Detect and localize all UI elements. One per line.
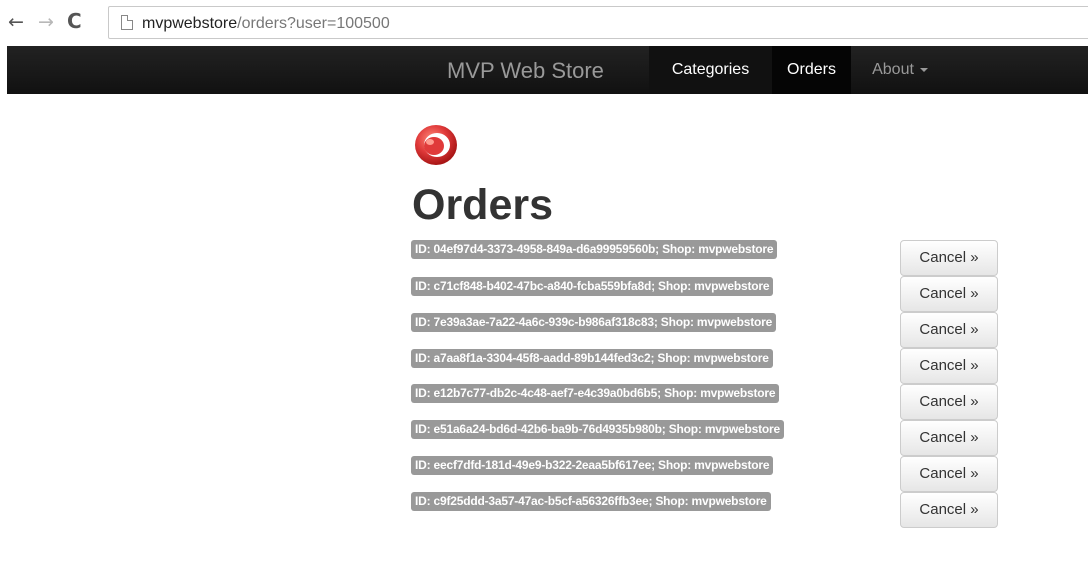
order-row: ID: e12b7c77-db2c-4c48-aef7-e4c39a0bd6b5…	[0, 384, 1088, 420]
order-row: ID: a7aa8f1a-3304-45f8-aadd-89b144fed3c2…	[0, 348, 1088, 384]
order-label: ID: eecf7dfd-181d-49e9-b322-2eaa5bf617ee…	[411, 456, 774, 475]
cancel-order-button[interactable]: Cancel »	[900, 348, 998, 384]
url-host: mvpwebstore	[142, 15, 238, 32]
order-label: ID: 7e39a3ae-7a22-4a6c-939c-b986af318c83…	[411, 313, 777, 332]
cancel-order-button[interactable]: Cancel »	[900, 240, 998, 276]
nav-categories[interactable]: Categories	[649, 46, 772, 94]
cancel-order-button[interactable]: Cancel »	[900, 276, 998, 312]
address-bar[interactable]: mvpwebstore/orders?user=100500	[108, 6, 1088, 39]
forward-arrow-icon[interactable]: →	[38, 10, 54, 34]
reload-icon[interactable]: C	[67, 9, 82, 33]
nav-orders[interactable]: Orders	[772, 46, 851, 94]
order-row: ID: 7e39a3ae-7a22-4a6c-939c-b986af318c83…	[0, 312, 1088, 348]
page-title: Orders	[412, 181, 554, 229]
order-label: ID: e51a6a24-bd6d-42b6-ba9b-76d4935b980b…	[411, 420, 784, 439]
store-logo-icon	[415, 125, 457, 165]
page-icon	[121, 15, 133, 30]
cancel-order-button[interactable]: Cancel »	[900, 492, 998, 528]
cancel-order-button[interactable]: Cancel »	[900, 312, 998, 348]
order-row: ID: eecf7dfd-181d-49e9-b322-2eaa5bf617ee…	[0, 456, 1088, 492]
order-label: ID: a7aa8f1a-3304-45f8-aadd-89b144fed3c2…	[411, 349, 773, 368]
browser-toolbar: ← → C mvpwebstore/orders?user=100500	[0, 0, 1088, 46]
order-label: ID: c9f25ddd-3a57-47ac-b5cf-a56326ffb3ee…	[411, 492, 771, 511]
order-label: ID: e12b7c77-db2c-4c48-aef7-e4c39a0bd6b5…	[411, 384, 780, 403]
order-row: ID: e51a6a24-bd6d-42b6-ba9b-76d4935b980b…	[0, 420, 1088, 456]
site-navbar: MVP Web Store Categories Orders About	[7, 46, 1088, 94]
cancel-order-button[interactable]: Cancel »	[900, 420, 998, 456]
nav-about-dropdown[interactable]: About	[855, 46, 945, 94]
order-row: ID: 04ef97d4-3373-4958-849a-d6a99959560b…	[0, 240, 1088, 276]
url-path: /orders?user=100500	[237, 15, 390, 32]
cancel-order-button[interactable]: Cancel »	[900, 456, 998, 492]
order-row: ID: c71cf848-b402-47bc-a840-fcba559bfa8d…	[0, 276, 1088, 312]
order-row: ID: c9f25ddd-3a57-47ac-b5cf-a56326ffb3ee…	[0, 492, 1088, 528]
order-label: ID: c71cf848-b402-47bc-a840-fcba559bfa8d…	[411, 277, 774, 296]
nav-about-label: About	[872, 61, 914, 78]
cancel-order-button[interactable]: Cancel »	[900, 384, 998, 420]
order-label: ID: 04ef97d4-3373-4958-849a-d6a99959560b…	[411, 240, 778, 259]
back-arrow-icon[interactable]: ←	[8, 10, 24, 34]
caret-down-icon	[919, 67, 928, 72]
url-text[interactable]: mvpwebstore/orders?user=100500	[142, 14, 390, 33]
brand-link[interactable]: MVP Web Store	[447, 58, 604, 84]
